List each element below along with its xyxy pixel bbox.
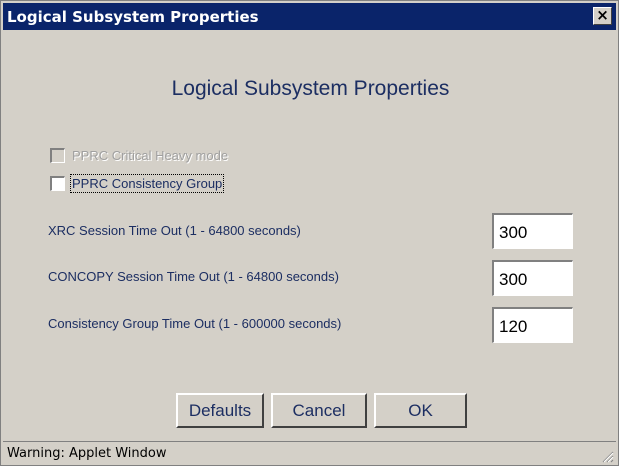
dialog-window: Logical Subsystem Properties × Logical S… xyxy=(0,0,619,466)
xrc-timeout-input[interactable]: 300 xyxy=(492,213,573,249)
close-button[interactable]: × xyxy=(593,7,612,25)
consistency-group-timeout-input[interactable]: 120 xyxy=(492,307,573,343)
consistency-group-timeout-label: Consistency Group Time Out (1 - 600000 s… xyxy=(48,316,342,331)
critical-heavy-mode-label: PPRC Critical Heavy mode xyxy=(72,148,229,163)
close-icon: × xyxy=(596,6,609,24)
cancel-button[interactable]: Cancel xyxy=(271,393,367,428)
xrc-timeout-label: XRC Session Time Out (1 - 64800 seconds) xyxy=(48,223,301,238)
resize-grip-icon[interactable] xyxy=(600,449,614,463)
critical-heavy-mode-checkbox xyxy=(50,148,65,163)
window-title: Logical Subsystem Properties xyxy=(7,8,259,26)
consistency-group-label[interactable]: PPRC Consistency Group xyxy=(69,174,225,193)
concopy-timeout-label: CONCOPY Session Time Out (1 - 64800 seco… xyxy=(48,269,339,284)
concopy-timeout-input[interactable]: 300 xyxy=(492,260,573,296)
status-text: Warning: Applet Window xyxy=(7,446,167,461)
dialog-heading: Logical Subsystem Properties xyxy=(171,77,450,100)
status-bar: Warning: Applet Window xyxy=(3,441,616,465)
ok-button[interactable]: OK xyxy=(374,393,467,428)
title-bar[interactable]: Logical Subsystem Properties × xyxy=(3,3,616,30)
consistency-group-checkbox[interactable] xyxy=(50,176,65,191)
defaults-button[interactable]: Defaults xyxy=(176,393,264,428)
